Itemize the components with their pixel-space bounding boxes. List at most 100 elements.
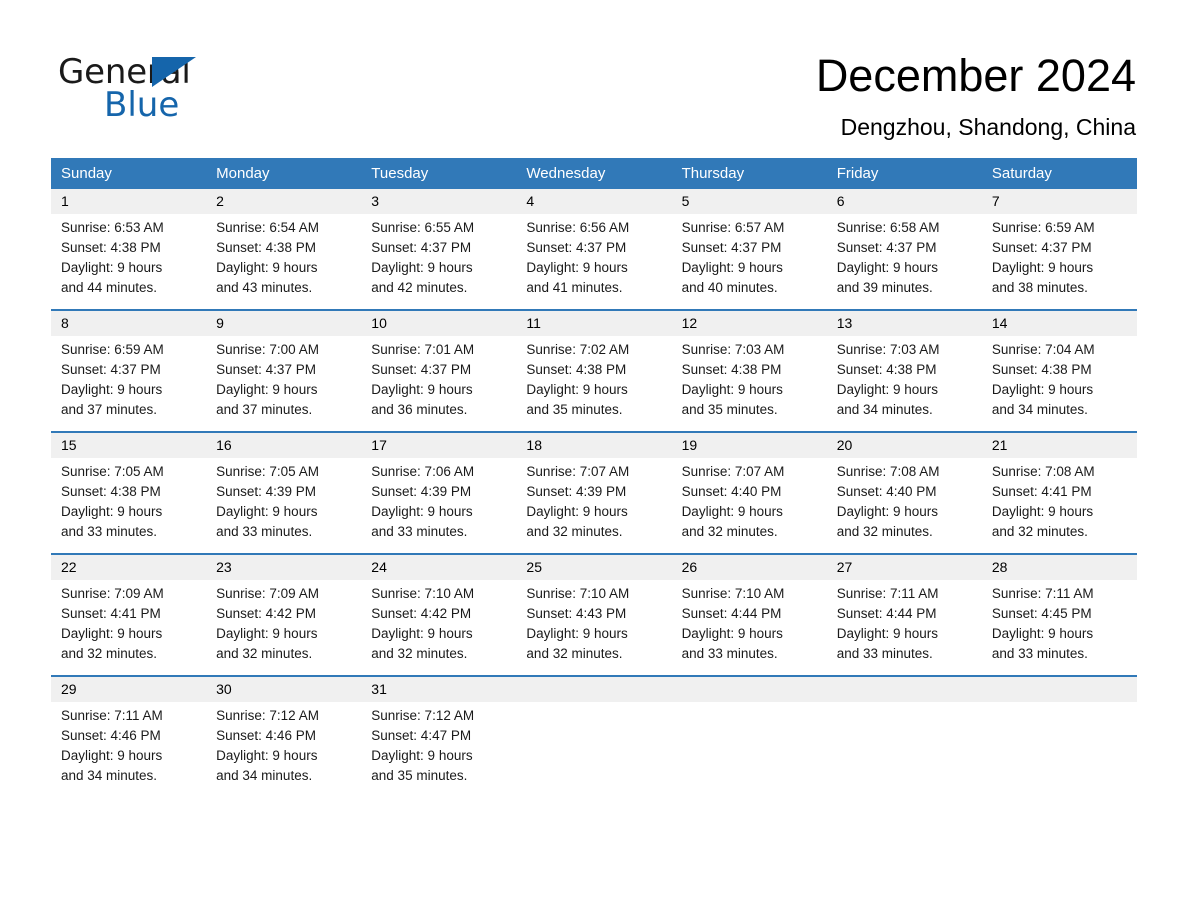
- day-cell[interactable]: Sunrise: 7:11 AM Sunset: 4:46 PM Dayligh…: [51, 706, 206, 786]
- sunrise-text: Sunrise: 7:04 AM: [991, 342, 1095, 357]
- day-cell[interactable]: Sunrise: 7:01 AM Sunset: 4:37 PM Dayligh…: [361, 340, 516, 420]
- sunrise-text: Sunrise: 7:05 AM: [61, 464, 164, 479]
- day-cell[interactable]: Sunrise: 6:58 AM Sunset: 4:37 PM Dayligh…: [827, 218, 982, 298]
- day-cell[interactable]: Sunrise: 6:59 AM Sunset: 4:37 PM Dayligh…: [51, 340, 206, 420]
- sunset-text: Sunset: 4:38 PM: [991, 362, 1092, 377]
- day-cell[interactable]: Sunrise: 7:03 AM Sunset: 4:38 PM Dayligh…: [672, 340, 827, 420]
- sunrise-text: Sunrise: 7:08 AM: [991, 464, 1095, 479]
- day-cell[interactable]: Sunrise: 7:05 AM Sunset: 4:39 PM Dayligh…: [206, 462, 361, 542]
- daylight-text-line2: and 33 minutes.: [61, 524, 158, 539]
- day-cell[interactable]: Sunrise: 7:10 AM Sunset: 4:44 PM Dayligh…: [672, 584, 827, 664]
- day-cell[interactable]: Sunrise: 7:03 AM Sunset: 4:38 PM Dayligh…: [827, 340, 982, 420]
- day-cell[interactable]: Sunrise: 7:06 AM Sunset: 4:39 PM Dayligh…: [361, 462, 516, 542]
- day-cell[interactable]: Sunrise: 7:04 AM Sunset: 4:38 PM Dayligh…: [982, 340, 1137, 420]
- day-number[interactable]: 3: [361, 189, 516, 214]
- day-cell[interactable]: Sunrise: 6:53 AM Sunset: 4:38 PM Dayligh…: [51, 218, 206, 298]
- daylight-text-line1: Daylight: 9 hours: [836, 626, 939, 641]
- day-cell[interactable]: Sunrise: 7:07 AM Sunset: 4:39 PM Dayligh…: [516, 462, 671, 542]
- day-cell[interactable]: Sunrise: 6:56 AM Sunset: 4:37 PM Dayligh…: [516, 218, 671, 298]
- sunset-text: Sunset: 4:38 PM: [681, 362, 782, 377]
- day-number[interactable]: 24: [361, 555, 516, 580]
- day-number[interactable]: 22: [51, 555, 206, 580]
- day-cell[interactable]: Sunrise: 7:08 AM Sunset: 4:40 PM Dayligh…: [827, 462, 982, 542]
- day-number[interactable]: 17: [361, 433, 516, 458]
- day-number[interactable]: 27: [827, 555, 982, 580]
- sunset-text: Sunset: 4:42 PM: [216, 606, 316, 621]
- day-number[interactable]: 4: [516, 189, 671, 214]
- day-number[interactable]: 1: [51, 189, 206, 214]
- day-number[interactable]: 8: [51, 311, 206, 336]
- sunset-text: Sunset: 4:38 PM: [216, 240, 316, 255]
- day-cell[interactable]: Sunrise: 6:59 AM Sunset: 4:37 PM Dayligh…: [982, 218, 1137, 298]
- day-number[interactable]: 13: [827, 311, 982, 336]
- day-number[interactable]: 9: [206, 311, 361, 336]
- day-number[interactable]: 19: [672, 433, 827, 458]
- day-number[interactable]: 18: [516, 433, 671, 458]
- day-cell-empty: [982, 706, 1137, 786]
- day-cell[interactable]: Sunrise: 7:12 AM Sunset: 4:47 PM Dayligh…: [361, 706, 516, 786]
- day-cell[interactable]: Sunrise: 7:02 AM Sunset: 4:38 PM Dayligh…: [516, 340, 671, 420]
- day-number[interactable]: 28: [982, 555, 1137, 580]
- sunrise-text: Sunrise: 6:53 AM: [61, 220, 164, 235]
- day-cell[interactable]: Sunrise: 7:05 AM Sunset: 4:38 PM Dayligh…: [51, 462, 206, 542]
- day-cell[interactable]: Sunrise: 7:07 AM Sunset: 4:40 PM Dayligh…: [672, 462, 827, 542]
- day-number[interactable]: 25: [516, 555, 671, 580]
- sunrise-text: Sunrise: 6:56 AM: [526, 220, 630, 235]
- daylight-text-line2: and 32 minutes.: [836, 524, 933, 539]
- day-cell[interactable]: Sunrise: 7:11 AM Sunset: 4:44 PM Dayligh…: [827, 584, 982, 664]
- day-cell[interactable]: Sunrise: 7:10 AM Sunset: 4:42 PM Dayligh…: [361, 584, 516, 664]
- sunset-text: Sunset: 4:40 PM: [836, 484, 937, 499]
- sunrise-text: Sunrise: 6:59 AM: [61, 342, 164, 357]
- daylight-text-line1: Daylight: 9 hours: [371, 504, 473, 519]
- day-number[interactable]: 7: [982, 189, 1137, 214]
- weekday-header-tuesday: Tuesday: [371, 165, 429, 182]
- day-number[interactable]: 26: [672, 555, 827, 580]
- day-cell[interactable]: Sunrise: 6:57 AM Sunset: 4:37 PM Dayligh…: [672, 218, 827, 298]
- day-cell[interactable]: Sunrise: 7:11 AM Sunset: 4:45 PM Dayligh…: [982, 584, 1137, 664]
- week-detail-band: Sunrise: 7:11 AM Sunset: 4:46 PM Dayligh…: [51, 702, 1137, 786]
- sunset-text: Sunset: 4:46 PM: [61, 728, 161, 743]
- daylight-text-line1: Daylight: 9 hours: [216, 382, 318, 397]
- day-cell[interactable]: Sunrise: 7:09 AM Sunset: 4:41 PM Dayligh…: [51, 584, 206, 664]
- day-number[interactable]: 6: [827, 189, 982, 214]
- day-cell[interactable]: Sunrise: 6:54 AM Sunset: 4:38 PM Dayligh…: [206, 218, 361, 298]
- daylight-text-line1: Daylight: 9 hours: [371, 748, 473, 763]
- daylight-text-line1: Daylight: 9 hours: [681, 504, 783, 519]
- day-number[interactable]: 12: [672, 311, 827, 336]
- day-cell[interactable]: Sunrise: 6:55 AM Sunset: 4:37 PM Dayligh…: [361, 218, 516, 298]
- day-cell[interactable]: Sunrise: 7:00 AM Sunset: 4:37 PM Dayligh…: [206, 340, 361, 420]
- day-number-empty: [672, 677, 827, 702]
- sunset-text: Sunset: 4:44 PM: [681, 606, 782, 621]
- day-number[interactable]: 2: [206, 189, 361, 214]
- day-number[interactable]: 20: [827, 433, 982, 458]
- day-cell-empty: [672, 706, 827, 786]
- day-number[interactable]: 29: [51, 677, 206, 702]
- day-cell[interactable]: Sunrise: 7:09 AM Sunset: 4:42 PM Dayligh…: [206, 584, 361, 664]
- day-number[interactable]: 10: [361, 311, 516, 336]
- daylight-text-line1: Daylight: 9 hours: [61, 260, 163, 275]
- day-number[interactable]: 21: [982, 433, 1137, 458]
- daylight-text-line1: Daylight: 9 hours: [991, 382, 1094, 397]
- page-header: General Blue December 2024 Dengzhou, Sha…: [0, 0, 1188, 150]
- sunrise-text: Sunrise: 7:06 AM: [371, 464, 475, 479]
- calendar-week-row: 15 16 17 18 19 20 21 Sunrise: 7:05 AM Su…: [51, 431, 1137, 542]
- day-number[interactable]: 16: [206, 433, 361, 458]
- day-cell[interactable]: Sunrise: 7:12 AM Sunset: 4:46 PM Dayligh…: [206, 706, 361, 786]
- daylight-text-line1: Daylight: 9 hours: [61, 504, 163, 519]
- daylight-text-line2: and 32 minutes.: [526, 646, 623, 661]
- sunset-text: Sunset: 4:37 PM: [61, 362, 161, 377]
- day-number[interactable]: 11: [516, 311, 671, 336]
- day-cell[interactable]: Sunrise: 7:10 AM Sunset: 4:43 PM Dayligh…: [516, 584, 671, 664]
- day-number[interactable]: 23: [206, 555, 361, 580]
- day-number[interactable]: 31: [361, 677, 516, 702]
- day-number[interactable]: 5: [672, 189, 827, 214]
- weekday-header-monday: Monday: [216, 165, 270, 182]
- day-number[interactable]: 30: [206, 677, 361, 702]
- day-number[interactable]: 14: [982, 311, 1137, 336]
- daylight-text-line2: and 36 minutes.: [371, 402, 468, 417]
- day-number[interactable]: 15: [51, 433, 206, 458]
- sunset-text: Sunset: 4:41 PM: [61, 606, 161, 621]
- brand-logo[interactable]: General Blue: [58, 52, 318, 132]
- day-cell[interactable]: Sunrise: 7:08 AM Sunset: 4:41 PM Dayligh…: [982, 462, 1137, 542]
- sunset-text: Sunset: 4:37 PM: [836, 240, 937, 255]
